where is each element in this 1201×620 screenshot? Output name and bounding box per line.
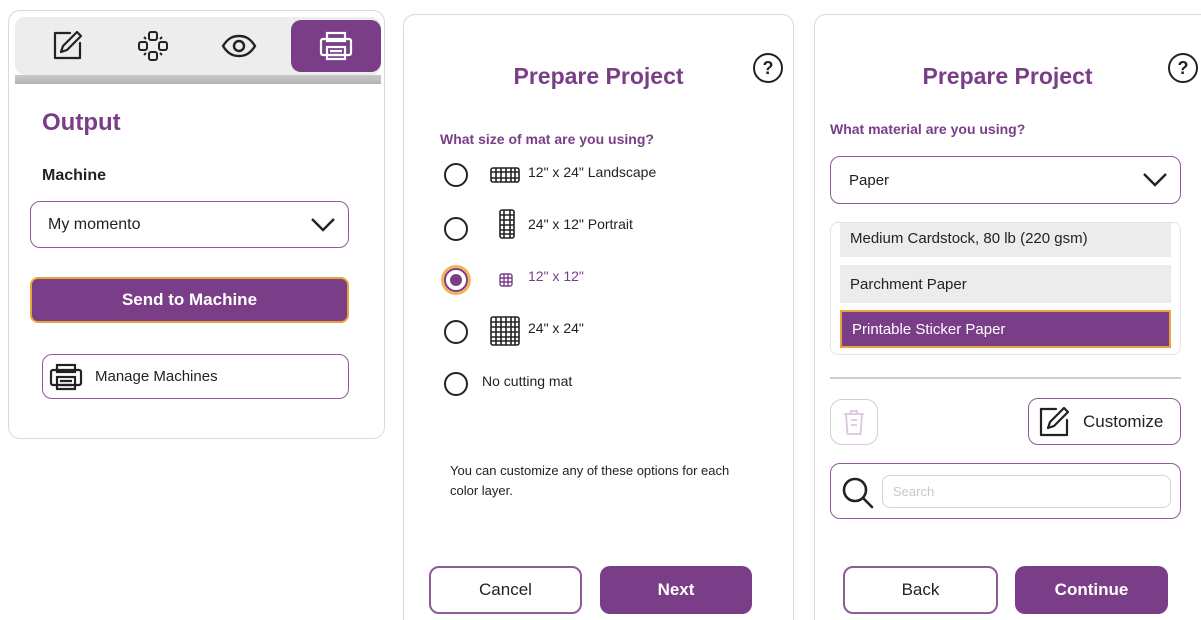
radio-button[interactable] (444, 163, 468, 187)
mat-option-label: 12" x 24" Landscape (528, 164, 657, 180)
back-button[interactable]: Back (843, 566, 998, 614)
material-question: What material are you using? (830, 121, 1026, 137)
chevron-down-icon (1143, 173, 1167, 187)
continue-button[interactable]: Continue (1015, 566, 1168, 614)
tool-preview-button[interactable] (201, 20, 277, 72)
radio-button[interactable] (444, 372, 468, 396)
material-list[interactable]: Medium Cardstock, 80 lb (220 gsm) Parchm… (830, 222, 1181, 355)
send-to-machine-button[interactable]: Send to Machine (30, 277, 349, 323)
portrait-mat-icon (499, 209, 515, 239)
material-category-select[interactable]: Paper (830, 156, 1181, 204)
material-item-selected[interactable]: Printable Sticker Paper (840, 310, 1171, 348)
tool-edit-button[interactable] (29, 20, 105, 72)
mat-option-landscape[interactable]: 12" x 24" Landscape (444, 160, 764, 190)
mat-option-label: No cutting mat (482, 373, 573, 389)
small-mat-icon (499, 273, 513, 287)
customize-note: You can customize any of these options f… (450, 463, 730, 498)
search-input[interactable] (882, 475, 1171, 508)
manage-machines-button[interactable]: Manage Machines (42, 354, 349, 399)
help-icon[interactable]: ? (1168, 53, 1198, 83)
radio-button[interactable] (444, 217, 468, 241)
panel-title: Prepare Project (513, 63, 684, 89)
panel-title: Prepare Project (922, 63, 1093, 89)
edit-icon (1039, 406, 1070, 436)
edit-icon (53, 30, 83, 60)
help-icon[interactable]: ? (753, 53, 783, 83)
chevron-down-icon (311, 217, 335, 232)
machine-label: Machine (42, 167, 107, 184)
mat-option-12x12[interactable]: 12" x 12" (444, 264, 764, 294)
mat-question: What size of mat are you using? (440, 131, 654, 147)
material-item[interactable]: Parchment Paper (840, 265, 1171, 303)
machine-select-value: My momento (48, 215, 141, 233)
search-box (830, 463, 1181, 519)
material-category-value: Paper (849, 171, 890, 189)
mat-option-24x24[interactable]: 24" x 24" (444, 316, 764, 346)
landscape-mat-icon (490, 167, 520, 183)
material-item[interactable]: Medium Cardstock, 80 lb (220 gsm) (840, 223, 1171, 257)
next-button[interactable]: Next (600, 566, 752, 614)
customize-button[interactable]: Customize (1028, 398, 1181, 445)
tool-output-button[interactable] (291, 20, 381, 72)
page-title: Output (42, 109, 121, 136)
radio-button-selected[interactable] (444, 268, 468, 292)
large-mat-icon (490, 316, 520, 346)
manage-machines-label: Manage Machines (95, 368, 218, 385)
printer-icon (49, 363, 83, 390)
customize-label: Customize (1083, 411, 1164, 431)
divider (830, 377, 1181, 379)
toolbar-divider (15, 75, 381, 84)
layers-icon (138, 31, 168, 61)
trash-icon (844, 410, 864, 435)
delete-button[interactable] (830, 399, 878, 445)
mat-option-label: 24" x 12" Portrait (528, 216, 633, 232)
radio-button[interactable] (444, 320, 468, 344)
mat-option-none[interactable]: No cutting mat (444, 369, 764, 399)
output-panel: Output Machine My momento Send to Machin… (8, 10, 385, 439)
printer-icon (319, 31, 353, 61)
mode-toolbar (15, 17, 381, 75)
mat-option-label: 12" x 12" (528, 268, 584, 284)
machine-select[interactable]: My momento (30, 201, 349, 248)
mat-option-label: 24" x 24" (528, 320, 584, 336)
mat-option-portrait[interactable]: 24" x 12" Portrait (444, 209, 764, 242)
search-icon[interactable] (841, 476, 875, 510)
mat-size-panel: Prepare Project ? What size of mat are y… (403, 14, 794, 620)
tool-layers-button[interactable] (115, 20, 191, 72)
cancel-button[interactable]: Cancel (429, 566, 582, 614)
material-panel: Prepare Project ? What material are you … (814, 14, 1201, 620)
eye-icon (221, 34, 257, 58)
